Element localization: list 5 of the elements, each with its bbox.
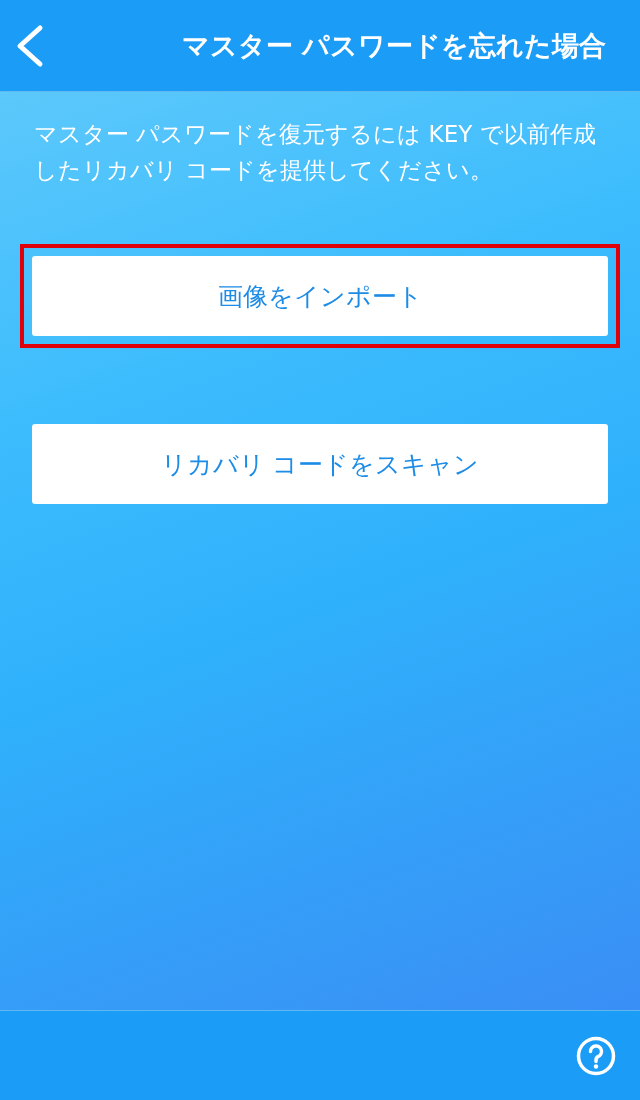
action-button[interactable]: 画像をインポート (32, 256, 608, 336)
action-button[interactable]: リカバリ コードをスキャン (32, 424, 608, 504)
help-icon[interactable] (576, 1035, 616, 1076)
description-text: マスター パスワードを復元するには KEY で以前作成したリカバリ コードを提供してください。 (34, 120, 597, 185)
screen-title: マスター パスワードを忘れた場合 (181, 28, 607, 63)
